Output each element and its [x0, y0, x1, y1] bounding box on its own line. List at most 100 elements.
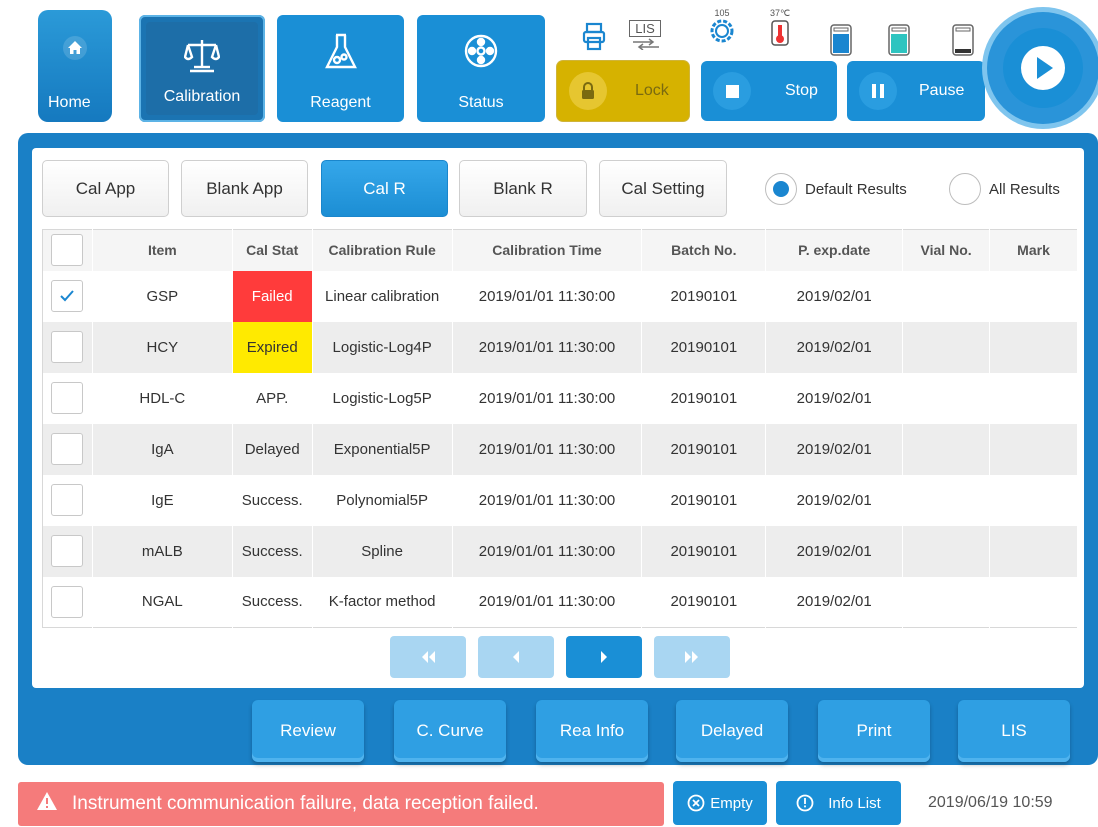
- header-calibration-rule[interactable]: Calibration Rule: [312, 229, 453, 271]
- header-batch-no[interactable]: Batch No.: [641, 229, 767, 271]
- radio-unselected-indicator: [949, 173, 981, 205]
- run-button[interactable]: [987, 12, 1098, 124]
- status-button[interactable]: Status: [417, 15, 545, 122]
- calibration-curve-button[interactable]: C. Curve: [394, 700, 506, 762]
- cell-vial: [902, 525, 991, 577]
- cell-exp-date: 2019/02/01: [765, 270, 904, 322]
- cell-mark: [989, 525, 1078, 577]
- cell-exp-date: 2019/02/01: [765, 372, 904, 424]
- lis-connection-icon[interactable]: LIS: [629, 20, 665, 56]
- row-checkbox[interactable]: [51, 585, 84, 618]
- first-page-button[interactable]: [390, 636, 466, 678]
- cell-item: GSP: [92, 270, 233, 322]
- row-checkbox[interactable]: [51, 382, 84, 414]
- row-checkbox[interactable]: [51, 280, 84, 312]
- tab-cal-r[interactable]: Cal R: [321, 160, 448, 217]
- tab-blank-r[interactable]: Blank R: [459, 160, 587, 217]
- empty-button[interactable]: Empty: [673, 781, 767, 825]
- info-list-label: Info List: [828, 794, 881, 812]
- alert-banner[interactable]: Instrument communication failure, data r…: [18, 782, 664, 826]
- print-button[interactable]: Print: [818, 700, 930, 762]
- row-checkbox[interactable]: [51, 484, 84, 516]
- pause-button[interactable]: Pause: [847, 61, 985, 121]
- empty-label: Empty: [710, 794, 753, 812]
- printer-icon[interactable]: [582, 22, 606, 57]
- cell-batch: 20190101: [641, 525, 767, 577]
- header-item[interactable]: Item: [92, 229, 233, 271]
- cell-exp-date: 2019/02/01: [765, 321, 904, 373]
- reagent-button[interactable]: Reagent: [277, 15, 404, 122]
- table-header-row: Item Cal Stat Calibration Rule Calibrati…: [42, 229, 1078, 271]
- calibration-button[interactable]: Calibration: [139, 15, 265, 122]
- last-page-button[interactable]: [654, 636, 730, 678]
- reaction-disk-icon: [417, 33, 545, 69]
- cell-time: 2019/01/01 11:30:00: [452, 270, 643, 322]
- cell-vial: [902, 423, 991, 475]
- delayed-button[interactable]: Delayed: [676, 700, 788, 762]
- table-row[interactable]: GSP Failed Linear calibration 2019/01/01…: [42, 270, 1078, 322]
- flask-icon: [277, 33, 404, 71]
- home-button[interactable]: Home: [38, 10, 112, 122]
- cell-time: 2019/01/01 11:30:00: [452, 372, 643, 424]
- gear-indicator: 105: [706, 8, 738, 49]
- all-results-radio[interactable]: All Results: [949, 173, 1060, 205]
- cell-item: IgE: [92, 474, 233, 526]
- gear-icon: [710, 19, 734, 43]
- default-results-radio[interactable]: Default Results: [765, 173, 907, 205]
- header-mark[interactable]: Mark: [989, 229, 1078, 271]
- home-label: Home: [48, 94, 91, 111]
- cell-vial: [902, 321, 991, 373]
- cell-rule: Exponential5P: [312, 423, 453, 475]
- home-icon: [38, 36, 112, 60]
- stop-button[interactable]: Stop: [701, 61, 837, 121]
- cell-cal-stat: Expired: [232, 321, 313, 373]
- cell-time: 2019/01/01 11:30:00: [452, 576, 643, 628]
- gear-value: 105: [714, 8, 730, 18]
- header-vial-no[interactable]: Vial No.: [902, 229, 991, 271]
- cell-batch: 20190101: [641, 321, 767, 373]
- cell-mark: [989, 576, 1078, 628]
- header-calibration-time[interactable]: Calibration Time: [452, 229, 643, 271]
- waste-container-icon: [952, 24, 974, 61]
- cell-time: 2019/01/01 11:30:00: [452, 423, 643, 475]
- reagent-info-button[interactable]: Rea Info: [536, 700, 648, 762]
- radio-selected-indicator: [765, 173, 797, 205]
- cell-cal-stat: Success.: [232, 474, 313, 526]
- table-row[interactable]: HCY Expired Logistic-Log4P 2019/01/01 11…: [42, 321, 1078, 373]
- row-checkbox[interactable]: [51, 535, 84, 567]
- cell-rule: Spline: [312, 525, 453, 577]
- info-list-button[interactable]: Info List: [776, 781, 901, 825]
- calibration-results-table: Item Cal Stat Calibration Rule Calibrati…: [42, 229, 1078, 628]
- lis-indicator-label: LIS: [629, 20, 661, 37]
- previous-page-button[interactable]: [478, 636, 554, 678]
- cell-item: IgA: [92, 423, 233, 475]
- table-row[interactable]: IgA Delayed Exponential5P 2019/01/01 11:…: [42, 423, 1078, 475]
- lock-button[interactable]: Lock: [557, 61, 689, 121]
- cell-time: 2019/01/01 11:30:00: [452, 525, 643, 577]
- cell-time: 2019/01/01 11:30:00: [452, 321, 643, 373]
- cell-exp-date: 2019/02/01: [765, 423, 904, 475]
- next-page-button[interactable]: [566, 636, 642, 678]
- lock-label: Lock: [635, 82, 669, 99]
- row-checkbox[interactable]: [51, 433, 84, 465]
- tab-cal-setting[interactable]: Cal Setting: [599, 160, 727, 217]
- row-checkbox[interactable]: [51, 331, 84, 363]
- table-row[interactable]: IgE Success. Polynomial5P 2019/01/01 11:…: [42, 474, 1078, 526]
- table-row[interactable]: mALB Success. Spline 2019/01/01 11:30:00…: [42, 525, 1078, 577]
- header-cal-stat[interactable]: Cal Stat: [232, 229, 313, 271]
- reagent-label: Reagent: [310, 94, 371, 111]
- lis-button[interactable]: LIS: [958, 700, 1070, 762]
- select-all-checkbox[interactable]: [51, 234, 84, 267]
- cell-vial: [902, 372, 991, 424]
- tab-blank-app[interactable]: Blank App: [181, 160, 308, 217]
- table-row[interactable]: HDL-C APP. Logistic-Log5P 2019/01/01 11:…: [42, 372, 1078, 424]
- balance-scale-icon: [139, 37, 265, 75]
- calibration-label: Calibration: [163, 88, 241, 105]
- header-exp-date[interactable]: P. exp.date: [765, 229, 904, 271]
- cell-cal-stat: Delayed: [232, 423, 313, 475]
- tab-cal-app[interactable]: Cal App: [42, 160, 169, 217]
- wash-solution-icon: [888, 24, 910, 61]
- table-row[interactable]: NGAL Success. K-factor method 2019/01/01…: [42, 576, 1078, 628]
- review-button[interactable]: Review: [252, 700, 364, 762]
- chevron-left-icon: [513, 651, 519, 663]
